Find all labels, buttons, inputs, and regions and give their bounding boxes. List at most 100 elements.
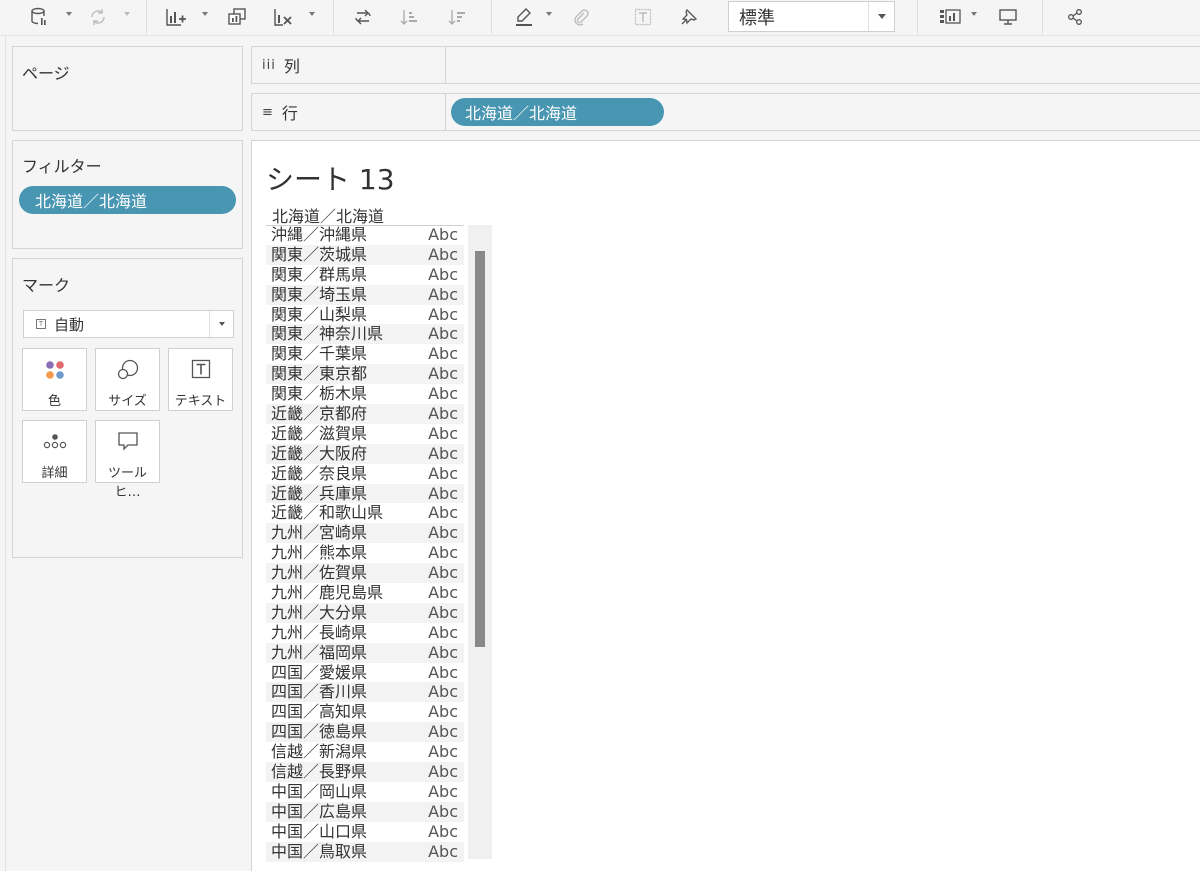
table-row[interactable]: 関東／東京都 Abc	[266, 364, 464, 385]
row-label: 中国／山口県	[271, 821, 368, 841]
table-row[interactable]: 関東／茨城県 Abc	[266, 244, 464, 265]
table-row[interactable]: 四国／高知県 Abc	[266, 702, 464, 722]
datasource-icon[interactable]	[29, 4, 49, 30]
clear-dropdown-icon[interactable]	[309, 12, 315, 16]
rows-pill-label: 北海道／北海道	[465, 104, 578, 123]
table-row[interactable]: 中国／広島県 Abc	[266, 801, 464, 822]
chevron-down-icon[interactable]	[868, 2, 894, 31]
show-cards-dropdown-icon[interactable]	[971, 12, 977, 16]
fit-dropdown-value: 標準	[739, 7, 775, 29]
refresh-dropdown-icon[interactable]	[124, 12, 130, 16]
rows-shelf[interactable]: ≡ 行 北海道／北海道	[251, 93, 1200, 131]
filter-pill-label: 北海道／北海道	[35, 192, 148, 211]
table-row[interactable]: 近畿／大阪府 Abc	[266, 443, 464, 464]
toolbar-divider	[146, 0, 147, 34]
toolbar-divider	[491, 0, 492, 34]
row-value: Abc	[428, 781, 458, 801]
color-button[interactable]: 色	[22, 348, 87, 411]
paperclip-icon[interactable]	[570, 4, 592, 30]
pages-card[interactable]: ページ	[12, 46, 243, 131]
presentation-icon[interactable]	[996, 4, 1020, 30]
text-mark-icon: T	[36, 319, 46, 329]
refresh-icon[interactable]	[87, 4, 109, 30]
row-label: 九州／大分県	[271, 602, 368, 622]
fit-dropdown[interactable]: 標準	[728, 1, 895, 32]
table-row[interactable]: 関東／群馬県 Abc	[266, 265, 464, 285]
highlight-dropdown-icon[interactable]	[546, 12, 552, 16]
filter-pill[interactable]: 北海道／北海道	[19, 186, 236, 214]
row-label: 沖縄／沖縄県	[271, 225, 368, 244]
table-row[interactable]: 近畿／京都府 Abc	[266, 404, 464, 424]
chevron-down-icon[interactable]	[209, 311, 233, 337]
row-value: Abc	[428, 662, 458, 682]
table-row[interactable]: 九州／長崎県 Abc	[266, 623, 464, 643]
table-row[interactable]: 関東／山梨県 Abc	[266, 305, 464, 325]
row-label: 九州／鹿児島県	[271, 583, 384, 603]
row-label: 信越／新潟県	[271, 742, 368, 762]
sheet-title[interactable]: シート 13	[266, 158, 395, 198]
table-row[interactable]: 関東／千葉県 Abc	[266, 344, 464, 364]
swap-icon[interactable]	[352, 4, 374, 30]
mark-type-dropdown[interactable]: T 自動	[23, 310, 234, 338]
table-row[interactable]: 近畿／奈良県 Abc	[266, 464, 464, 484]
columns-shelf[interactable]: iii 列	[251, 46, 1200, 84]
table-row[interactable]: 中国／岡山県 Abc	[266, 782, 464, 802]
filters-card-title: フィルター	[22, 157, 102, 176]
table-row[interactable]: 近畿／和歌山県 Abc	[266, 503, 464, 523]
table-row[interactable]: 中国／鳥取県 Abc	[266, 841, 464, 862]
highlight-icon[interactable]	[513, 4, 535, 30]
table-row[interactable]: 関東／神奈川県 Abc	[266, 324, 464, 345]
row-value: Abc	[428, 742, 458, 762]
table-row[interactable]: 九州／鹿児島県 Abc	[266, 583, 464, 603]
detail-button[interactable]: 詳細	[22, 420, 87, 483]
table-row[interactable]: 四国／香川県 Abc	[266, 682, 464, 703]
table-row[interactable]: 九州／宮崎県 Abc	[266, 523, 464, 544]
table-row[interactable]: 信越／新潟県 Abc	[266, 742, 464, 762]
label-icon[interactable]	[632, 4, 654, 30]
table-row[interactable]: 九州／福岡県 Abc	[266, 642, 464, 663]
columns-shelf-label: 列	[283, 57, 300, 76]
table-row[interactable]: 四国／愛媛県 Abc	[266, 663, 464, 683]
column-header[interactable]: 北海道／北海道	[272, 203, 384, 227]
tooltip-button[interactable]: ツールヒ…	[95, 420, 160, 500]
row-value: Abc	[428, 384, 458, 404]
new-sheet-icon[interactable]	[164, 4, 188, 30]
table-row[interactable]: 九州／熊本県 Abc	[266, 543, 464, 563]
rows-pill[interactable]: 北海道／北海道	[451, 98, 664, 126]
share-icon[interactable]	[1064, 4, 1086, 30]
datasource-dropdown-icon[interactable]	[66, 12, 72, 16]
row-label: 関東／栃木県	[271, 384, 368, 404]
show-cards-icon[interactable]	[938, 4, 962, 30]
row-value: Abc	[428, 225, 458, 244]
clear-sheet-icon[interactable]	[272, 4, 294, 30]
scrollbar-thumb[interactable]	[475, 251, 485, 647]
table-row[interactable]: 関東／埼玉県 Abc	[266, 284, 464, 305]
duplicate-sheet-icon[interactable]	[226, 4, 248, 30]
table-row[interactable]: 四国／徳島県 Abc	[266, 722, 464, 743]
table-divider	[266, 225, 464, 226]
table-row[interactable]: 近畿／兵庫県 Abc	[266, 483, 464, 504]
size-button[interactable]: サイズ	[95, 348, 160, 411]
row-value: Abc	[428, 284, 458, 304]
table-row[interactable]: 九州／佐賀県 Abc	[266, 563, 464, 584]
row-label: 信越／長野県	[271, 762, 368, 782]
pin-icon[interactable]	[678, 4, 700, 30]
table-row[interactable]: 中国／山口県 Abc	[266, 822, 464, 842]
filters-card[interactable]: フィルター 北海道／北海道	[12, 140, 243, 249]
table-row[interactable]: 近畿／滋賀県 Abc	[266, 424, 464, 444]
row-label: 九州／福岡県	[271, 642, 368, 662]
table-row[interactable]: 関東／栃木県 Abc	[266, 384, 464, 404]
tooltip-button-label: ツールヒ…	[107, 466, 147, 500]
row-value: Abc	[428, 264, 458, 284]
row-value: Abc	[428, 443, 458, 463]
new-sheet-dropdown-icon[interactable]	[202, 12, 208, 16]
table-row[interactable]: 九州／大分県 Abc	[266, 602, 464, 623]
table-row[interactable]: 沖縄／沖縄県 Abc	[266, 225, 464, 245]
sort-asc-icon[interactable]	[398, 4, 420, 30]
table-row[interactable]: 信越／長野県 Abc	[266, 762, 464, 782]
sort-desc-icon[interactable]	[446, 4, 468, 30]
marks-card-title: マーク	[22, 276, 71, 295]
row-value: Abc	[428, 344, 458, 364]
row-label: 近畿／奈良県	[271, 463, 368, 483]
text-button[interactable]: テキスト	[168, 348, 233, 411]
